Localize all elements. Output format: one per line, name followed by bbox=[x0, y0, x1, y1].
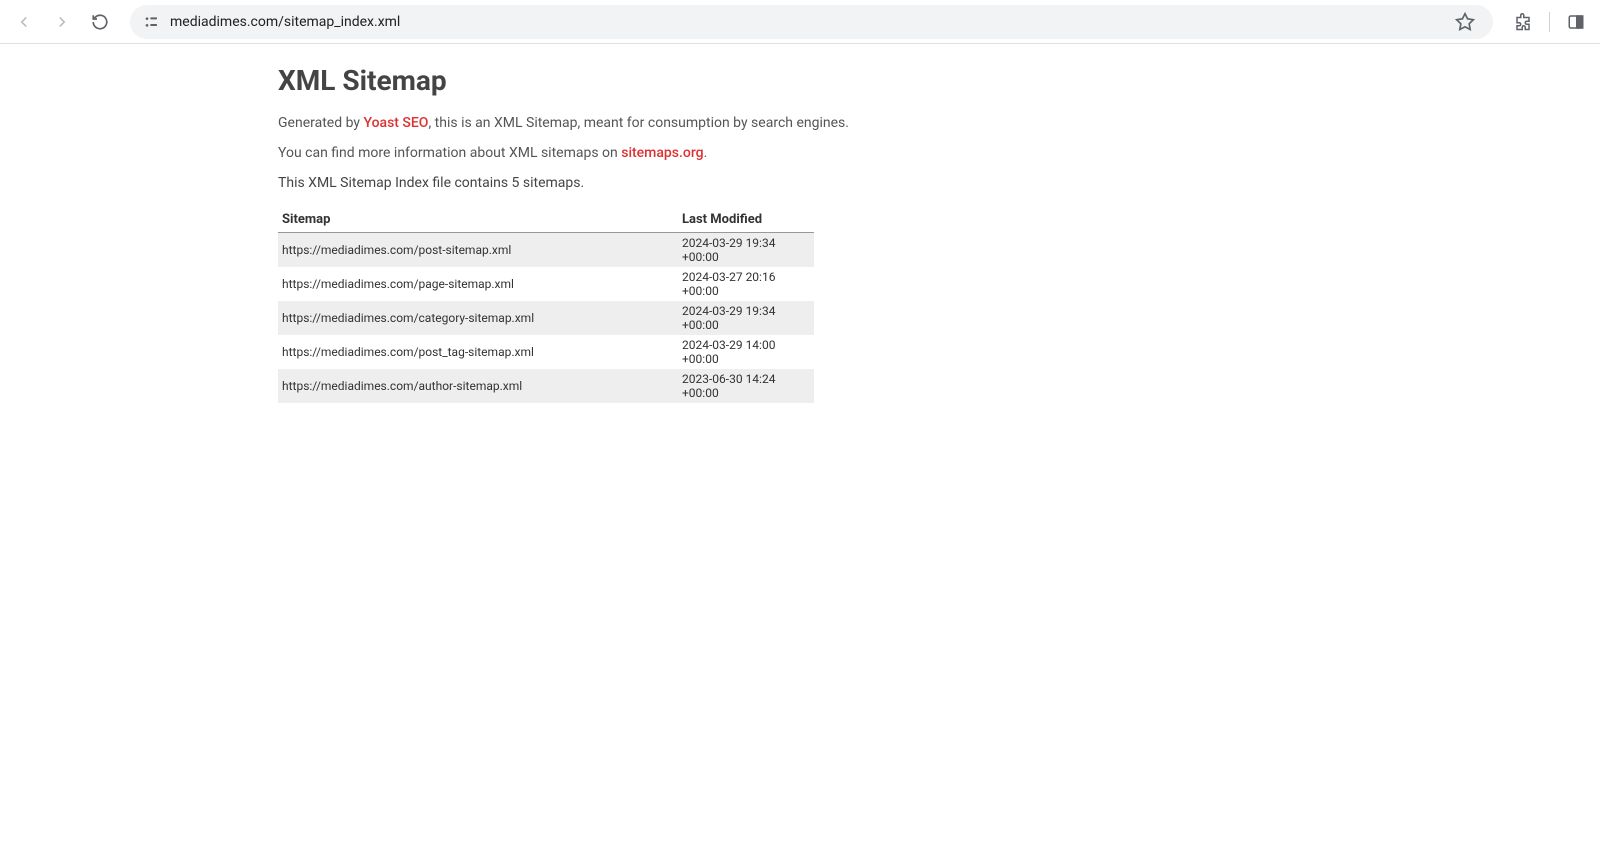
bookmark-button[interactable] bbox=[1449, 6, 1481, 38]
moreinfo-suffix: . bbox=[704, 145, 708, 161]
browser-toolbar: mediadimes.com/sitemap_index.xml bbox=[0, 0, 1600, 44]
sitemaps-org-link[interactable]: sitemaps.org bbox=[621, 145, 703, 161]
sitemap-link[interactable]: https://mediadimes.com/post-sitemap.xml bbox=[282, 243, 511, 257]
more-info-line: You can find more information about XML … bbox=[278, 145, 1600, 161]
page-content: XML Sitemap Generated by Yoast SEO, this… bbox=[0, 44, 1600, 403]
sitemap-link[interactable]: https://mediadimes.com/author-sitemap.xm… bbox=[282, 379, 522, 393]
header-sitemap: Sitemap bbox=[278, 207, 678, 233]
panel-icon bbox=[1567, 13, 1585, 31]
sitemap-link[interactable]: https://mediadimes.com/page-sitemap.xml bbox=[282, 277, 514, 291]
last-modified-cell: 2024-03-29 14:00 +00:00 bbox=[678, 335, 814, 369]
generated-prefix: Generated by bbox=[278, 115, 363, 131]
puzzle-icon bbox=[1514, 13, 1532, 31]
toolbar-divider bbox=[1549, 12, 1550, 32]
sitemap-table: Sitemap Last Modified https://mediadimes… bbox=[278, 207, 814, 403]
table-row: https://mediadimes.com/page-sitemap.xml 2… bbox=[278, 267, 814, 301]
sitemap-count: This XML Sitemap Index file contains 5 s… bbox=[278, 175, 1600, 191]
arrow-right-icon bbox=[53, 13, 71, 31]
table-row: https://mediadimes.com/post-sitemap.xml 2… bbox=[278, 233, 814, 268]
reload-button[interactable] bbox=[84, 6, 116, 38]
sitemap-link[interactable]: https://mediadimes.com/category-sitemap.… bbox=[282, 311, 534, 325]
table-row: https://mediadimes.com/author-sitemap.xm… bbox=[278, 369, 814, 403]
table-row: https://mediadimes.com/post_tag-sitemap.… bbox=[278, 335, 814, 369]
last-modified-cell: 2024-03-29 19:34 +00:00 bbox=[678, 301, 814, 335]
address-bar[interactable]: mediadimes.com/sitemap_index.xml bbox=[130, 5, 1493, 39]
page-title: XML Sitemap bbox=[278, 64, 1600, 97]
back-button[interactable] bbox=[8, 6, 40, 38]
generated-suffix: , this is an XML Sitemap, meant for cons… bbox=[428, 115, 849, 131]
table-row: https://mediadimes.com/category-sitemap.… bbox=[278, 301, 814, 335]
header-modified: Last Modified bbox=[678, 207, 814, 233]
star-icon bbox=[1455, 12, 1475, 32]
sitemap-link[interactable]: https://mediadimes.com/post_tag-sitemap.… bbox=[282, 345, 534, 359]
site-info-icon[interactable] bbox=[142, 13, 160, 31]
forward-button[interactable] bbox=[46, 6, 78, 38]
arrow-left-icon bbox=[15, 13, 33, 31]
side-panel-button[interactable] bbox=[1560, 6, 1592, 38]
moreinfo-prefix: You can find more information about XML … bbox=[278, 145, 621, 161]
last-modified-cell: 2023-06-30 14:24 +00:00 bbox=[678, 369, 814, 403]
generated-by-line: Generated by Yoast SEO, this is an XML S… bbox=[278, 115, 1600, 131]
yoast-seo-link[interactable]: Yoast SEO bbox=[363, 115, 428, 131]
last-modified-cell: 2024-03-27 20:16 +00:00 bbox=[678, 267, 814, 301]
url-text: mediadimes.com/sitemap_index.xml bbox=[170, 14, 1439, 30]
extensions-button[interactable] bbox=[1507, 6, 1539, 38]
last-modified-cell: 2024-03-29 19:34 +00:00 bbox=[678, 233, 814, 268]
reload-icon bbox=[91, 13, 109, 31]
